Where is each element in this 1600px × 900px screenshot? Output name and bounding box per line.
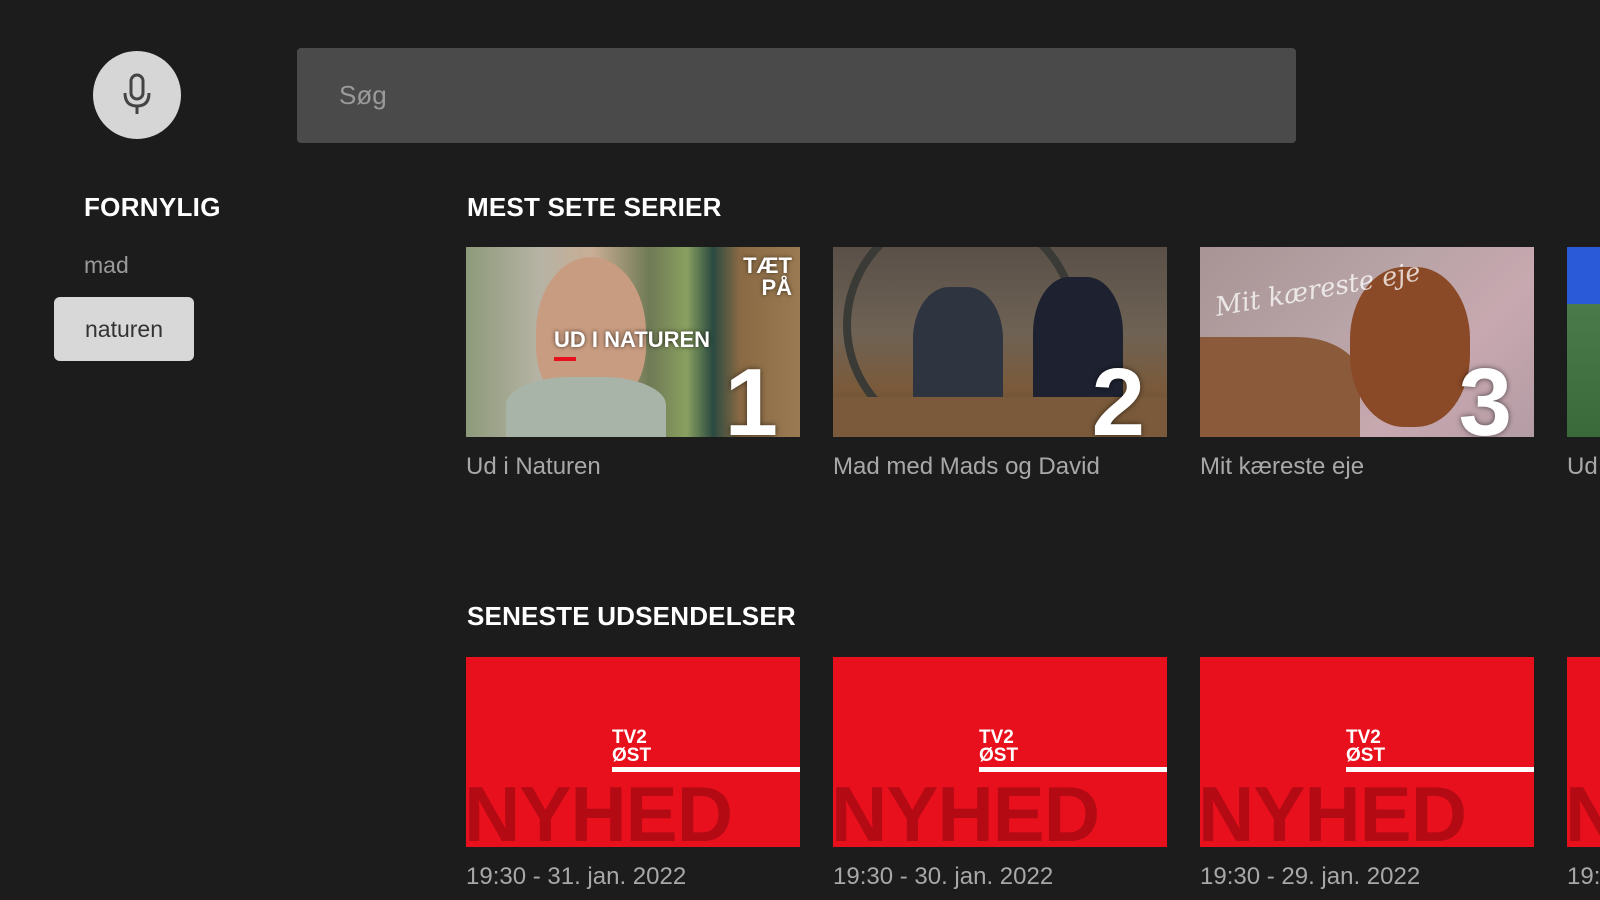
tv2-ost-logo: TV2 ØST [612,728,652,766]
logo-line: ØST [612,745,652,766]
broadcast-thumbnail: NYHED [1567,657,1600,847]
broadcast-thumbnail: TV2 ØST NYHED [466,657,800,847]
series-card[interactable]: 2 Mad med Mads og David [833,247,1167,481]
person-jacket-image [506,377,666,437]
search-screen: FORNYLIG mad naturen MEST SETE SERIER TÆ… [0,0,1600,900]
series-card[interactable]: TÆT PÅ UD I NATUREN 1 Ud i Naturen [466,247,800,481]
recent-searches-title: FORNYLIG [84,192,221,222]
copper-pot-image [1200,337,1360,437]
series-thumbnail: 2 [833,247,1167,437]
broadcast-card[interactable]: NYHED 19: [1567,657,1600,891]
recent-search-item[interactable]: mad [84,252,129,279]
recent-search-item-selected[interactable]: naturen [54,297,194,361]
series-logo: TÆT PÅ [743,255,792,299]
news-word: NYHED [1567,770,1600,847]
broadcast-time: 19:30 - 31. jan. 2022 [466,863,687,890]
logo-line: ØST [1346,745,1386,766]
news-word: NYHED [1200,770,1467,847]
broadcast-time: 19:30 - 29. jan. 2022 [1200,863,1421,890]
latest-row: TV2 ØST NYHED 19:30 - 31. jan. 2022 TV2 … [466,657,1600,900]
rank-number: 3 [1458,349,1512,438]
series-overlay-title: UD I NATUREN [554,327,711,361]
logo-line: ØST [979,745,1019,766]
broadcast-time: 19:30 - 30. jan. 2022 [833,863,1054,890]
section-title-most-watched: MEST SETE SERIER [467,192,722,222]
mic-icon [123,73,151,114]
series-thumbnail: TÆT PÅ UD I NATUREN 1 [466,247,800,437]
rank-number: 1 [724,349,778,438]
series-title: Ud i Naturen [466,453,601,480]
broadcast-card[interactable]: TV2 ØST NYHED 19:30 - 30. jan. 2022 [833,657,1167,891]
series-card[interactable]: Ud [1567,247,1600,481]
broadcast-card[interactable]: TV2 ØST NYHED 19:30 - 29. jan. 2022 [1200,657,1534,891]
broadcast-thumbnail: TV2 ØST NYHED [1200,657,1534,847]
tv2-ost-logo: TV2 ØST [1346,728,1386,766]
series-title: Mit kæreste eje [1200,453,1365,480]
series-logo-line: PÅ [761,275,792,300]
broadcast-time: 19: [1567,863,1600,890]
most-watched-row: TÆT PÅ UD I NATUREN 1 Ud i Naturen 2 Mad… [466,247,1600,507]
news-word: NYHED [466,770,733,847]
broadcast-card[interactable]: TV2 ØST NYHED 19:30 - 31. jan. 2022 [466,657,800,891]
series-card[interactable]: Mit kæreste eje 3 Mit kæreste eje [1200,247,1534,481]
broadcast-thumbnail: TV2 ØST NYHED [833,657,1167,847]
news-word: NYHED [833,770,1100,847]
series-thumbnail: Mit kæreste eje 3 [1200,247,1534,437]
search-bar[interactable] [297,48,1296,143]
tv2-ost-logo: TV2 ØST [979,728,1019,766]
series-title: Mad med Mads og David [833,453,1100,480]
series-thumbnail [1567,247,1600,437]
rank-number: 2 [1091,349,1145,438]
series-title: Ud [1567,453,1598,480]
section-title-latest: SENESTE UDSENDELSER [467,601,796,631]
search-input[interactable] [337,79,1296,112]
voice-search-button[interactable] [93,51,181,139]
